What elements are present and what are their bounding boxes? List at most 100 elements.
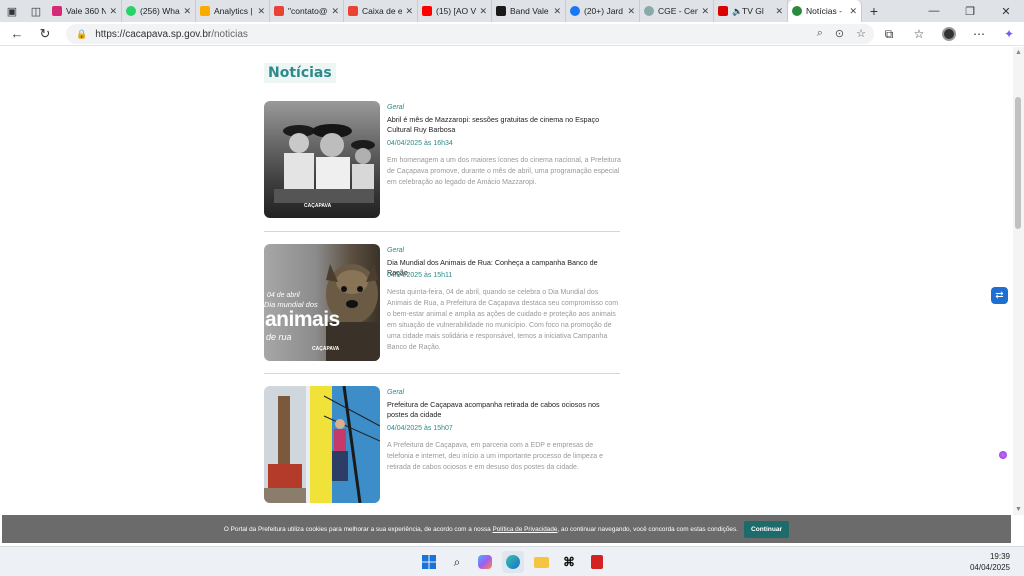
cacapava-logo: CAÇAPAVA xyxy=(304,203,332,209)
tab-4[interactable]: Caixa de e ✕ xyxy=(344,0,418,22)
tab-7[interactable]: (20+) Jard ✕ xyxy=(566,0,640,22)
restore-icon[interactable]: ❐ xyxy=(952,5,988,18)
tab-10-active[interactable]: Notícias - ✕ xyxy=(788,0,862,22)
tab-2[interactable]: Analytics | ✕ xyxy=(196,0,270,22)
toolbar-right: ⧉ ☆ ⋯ ✦ xyxy=(874,22,1024,46)
url-path: /noticias xyxy=(211,28,248,40)
close-icon[interactable]: ✕ xyxy=(405,6,413,17)
scroll-down-icon[interactable]: ▼ xyxy=(1015,506,1022,513)
tab-label: CGE - Cen xyxy=(658,6,699,16)
tab-9[interactable]: 🔈 TV Gl ✕ xyxy=(714,0,788,22)
profile-avatar[interactable] xyxy=(934,27,964,42)
gmail-icon xyxy=(348,6,358,16)
tab-label: TV Gl xyxy=(742,6,764,16)
zoom-icon[interactable]: ⌕ xyxy=(817,27,823,40)
speaker-icon: 🔈 xyxy=(732,5,742,16)
page-title: Notícias xyxy=(264,63,336,83)
file-explorer-icon[interactable] xyxy=(530,551,552,573)
image-caption-big: animais xyxy=(265,308,340,331)
tab-5[interactable]: (15) [AO V ✕ xyxy=(418,0,492,22)
close-icon[interactable]: ✕ xyxy=(331,6,339,17)
close-icon[interactable]: ✕ xyxy=(553,6,561,17)
url-host: https://cacapava.sp.gov.br xyxy=(95,28,212,40)
news-thumbnail-cabos[interactable] xyxy=(264,386,380,503)
tab-label: (15) [AO V xyxy=(436,6,477,16)
close-icon[interactable]: ✕ xyxy=(849,6,857,17)
copilot-icon[interactable]: ✦ xyxy=(994,27,1024,41)
back-icon[interactable]: ← xyxy=(6,23,28,45)
close-icon[interactable]: ✕ xyxy=(257,6,265,17)
minimize-icon[interactable]: — xyxy=(916,5,952,17)
tab-1[interactable]: (256) Wha ✕ xyxy=(122,0,196,22)
news-item[interactable]: 04 de abril Dia mundial dos animais de r… xyxy=(264,244,620,374)
mazzaropi-photo xyxy=(274,124,375,203)
more-menu-icon[interactable]: ⋯ xyxy=(964,27,994,41)
reader-icon[interactable]: ⊙ xyxy=(835,27,844,40)
scrollbar-thumb[interactable] xyxy=(1015,97,1021,229)
news-thumbnail-animais[interactable]: 04 de abril Dia mundial dos animais de r… xyxy=(264,244,380,361)
close-icon[interactable]: ✕ xyxy=(183,6,191,17)
cookie-text: O Portal da Prefeitura utiliza cookies p… xyxy=(224,526,738,533)
news-date: 04/04/2025 às 15h11 xyxy=(387,272,453,279)
news-category[interactable]: Geral xyxy=(387,104,404,111)
close-icon[interactable]: ✕ xyxy=(109,6,117,17)
system-clock[interactable]: 19:39 04/04/2025 xyxy=(970,551,1010,573)
clock-date: 04/04/2025 xyxy=(969,563,1010,572)
close-icon[interactable]: ✕ xyxy=(479,6,487,17)
news-thumbnail-mazzaropi[interactable]: CAÇAPAVA xyxy=(264,101,380,218)
search-icon[interactable]: ⌕ xyxy=(446,551,468,573)
page-content: Notícias CAÇAPAVA Geral Abril é mês de M… xyxy=(0,47,1013,515)
scroll-up-icon[interactable]: ▲ xyxy=(1015,49,1022,56)
tab-3[interactable]: "contato@ ✕ xyxy=(270,0,344,22)
pdf-reader-icon[interactable] xyxy=(586,551,608,573)
tab-label: (20+) Jard xyxy=(584,6,623,16)
news-item[interactable]: CAÇAPAVA Geral Abril é mês de Mazzaropi:… xyxy=(264,101,621,232)
cookie-banner: O Portal da Prefeitura utiliza cookies p… xyxy=(2,515,1011,543)
favorite-star-icon[interactable]: ☆ xyxy=(856,27,866,40)
workspaces-icon[interactable]: ▣ xyxy=(0,0,24,22)
new-tab-button[interactable]: + xyxy=(862,3,886,19)
news-title[interactable]: Prefeitura de Caçapava acompanha retirad… xyxy=(387,400,619,420)
news-summary: Nesta quinta-feira, 04 de abril, quando … xyxy=(387,289,619,351)
tab-label: (256) Wha xyxy=(140,6,180,16)
tab-actions-icon[interactable]: ◫ xyxy=(24,0,48,22)
facebook-icon xyxy=(570,6,580,16)
favorites-icon[interactable]: ☆ xyxy=(904,27,934,41)
copilot-app-icon[interactable] xyxy=(474,551,496,573)
news-category[interactable]: Geral xyxy=(387,247,404,254)
lock-icon[interactable]: 🔒 xyxy=(76,29,87,40)
news-item[interactable]: Geral Prefeitura de Caçapava acompanha r… xyxy=(264,386,620,515)
tab-label: Analytics | xyxy=(214,6,253,16)
windows-start-icon[interactable] xyxy=(418,551,440,573)
privacy-policy-link[interactable]: Política de Privacidade xyxy=(492,526,557,533)
tab-0[interactable]: Vale 360 N ✕ xyxy=(48,0,122,22)
address-bar[interactable]: 🔒 https://cacapava.sp.gov.br/noticias ⌕ … xyxy=(66,24,874,44)
close-icon[interactable]: ✕ xyxy=(627,6,635,17)
cacapava-icon xyxy=(792,6,802,16)
close-icon[interactable]: ✕ xyxy=(775,6,783,17)
tab-6[interactable]: Band Vale ✕ xyxy=(492,0,566,22)
image-caption-line3: de rua xyxy=(266,332,292,342)
window-controls: — ❐ ✕ xyxy=(916,0,1024,22)
news-summary: A Prefeitura de Caçapava, em parceria co… xyxy=(387,442,603,471)
extensions-icon[interactable]: ⧉ xyxy=(874,27,904,42)
capcut-icon[interactable]: ⌘ xyxy=(558,551,580,573)
instagram-icon xyxy=(52,6,62,16)
news-category[interactable]: Geral xyxy=(387,389,404,396)
taskbar-apps: ⌕ ⌘ xyxy=(418,551,608,573)
page-scrollbar[interactable]: ▲ ▼ xyxy=(1013,47,1024,515)
close-window-icon[interactable]: ✕ xyxy=(988,5,1024,18)
cookie-continue-button[interactable]: Continuar xyxy=(743,520,790,538)
gmail-icon xyxy=(274,6,284,16)
news-date: 04/04/2025 às 15h07 xyxy=(387,425,453,432)
cookie-text-after: , ao continuar navegando, você concorda … xyxy=(557,525,738,533)
news-title[interactable]: Abril é mês de Mazzaropi: sessões gratui… xyxy=(387,115,619,135)
tab-8[interactable]: CGE - Cen ✕ xyxy=(640,0,714,22)
edge-icon[interactable] xyxy=(502,551,524,573)
refresh-icon[interactable]: ↻ xyxy=(34,23,56,45)
translate-widget-icon[interactable]: ⇄ xyxy=(991,287,1008,304)
tab-label: Band Vale xyxy=(510,6,549,16)
close-icon[interactable]: ✕ xyxy=(701,6,709,17)
assistant-orb-icon[interactable] xyxy=(999,451,1007,459)
tab-label: Notícias - xyxy=(806,6,842,16)
